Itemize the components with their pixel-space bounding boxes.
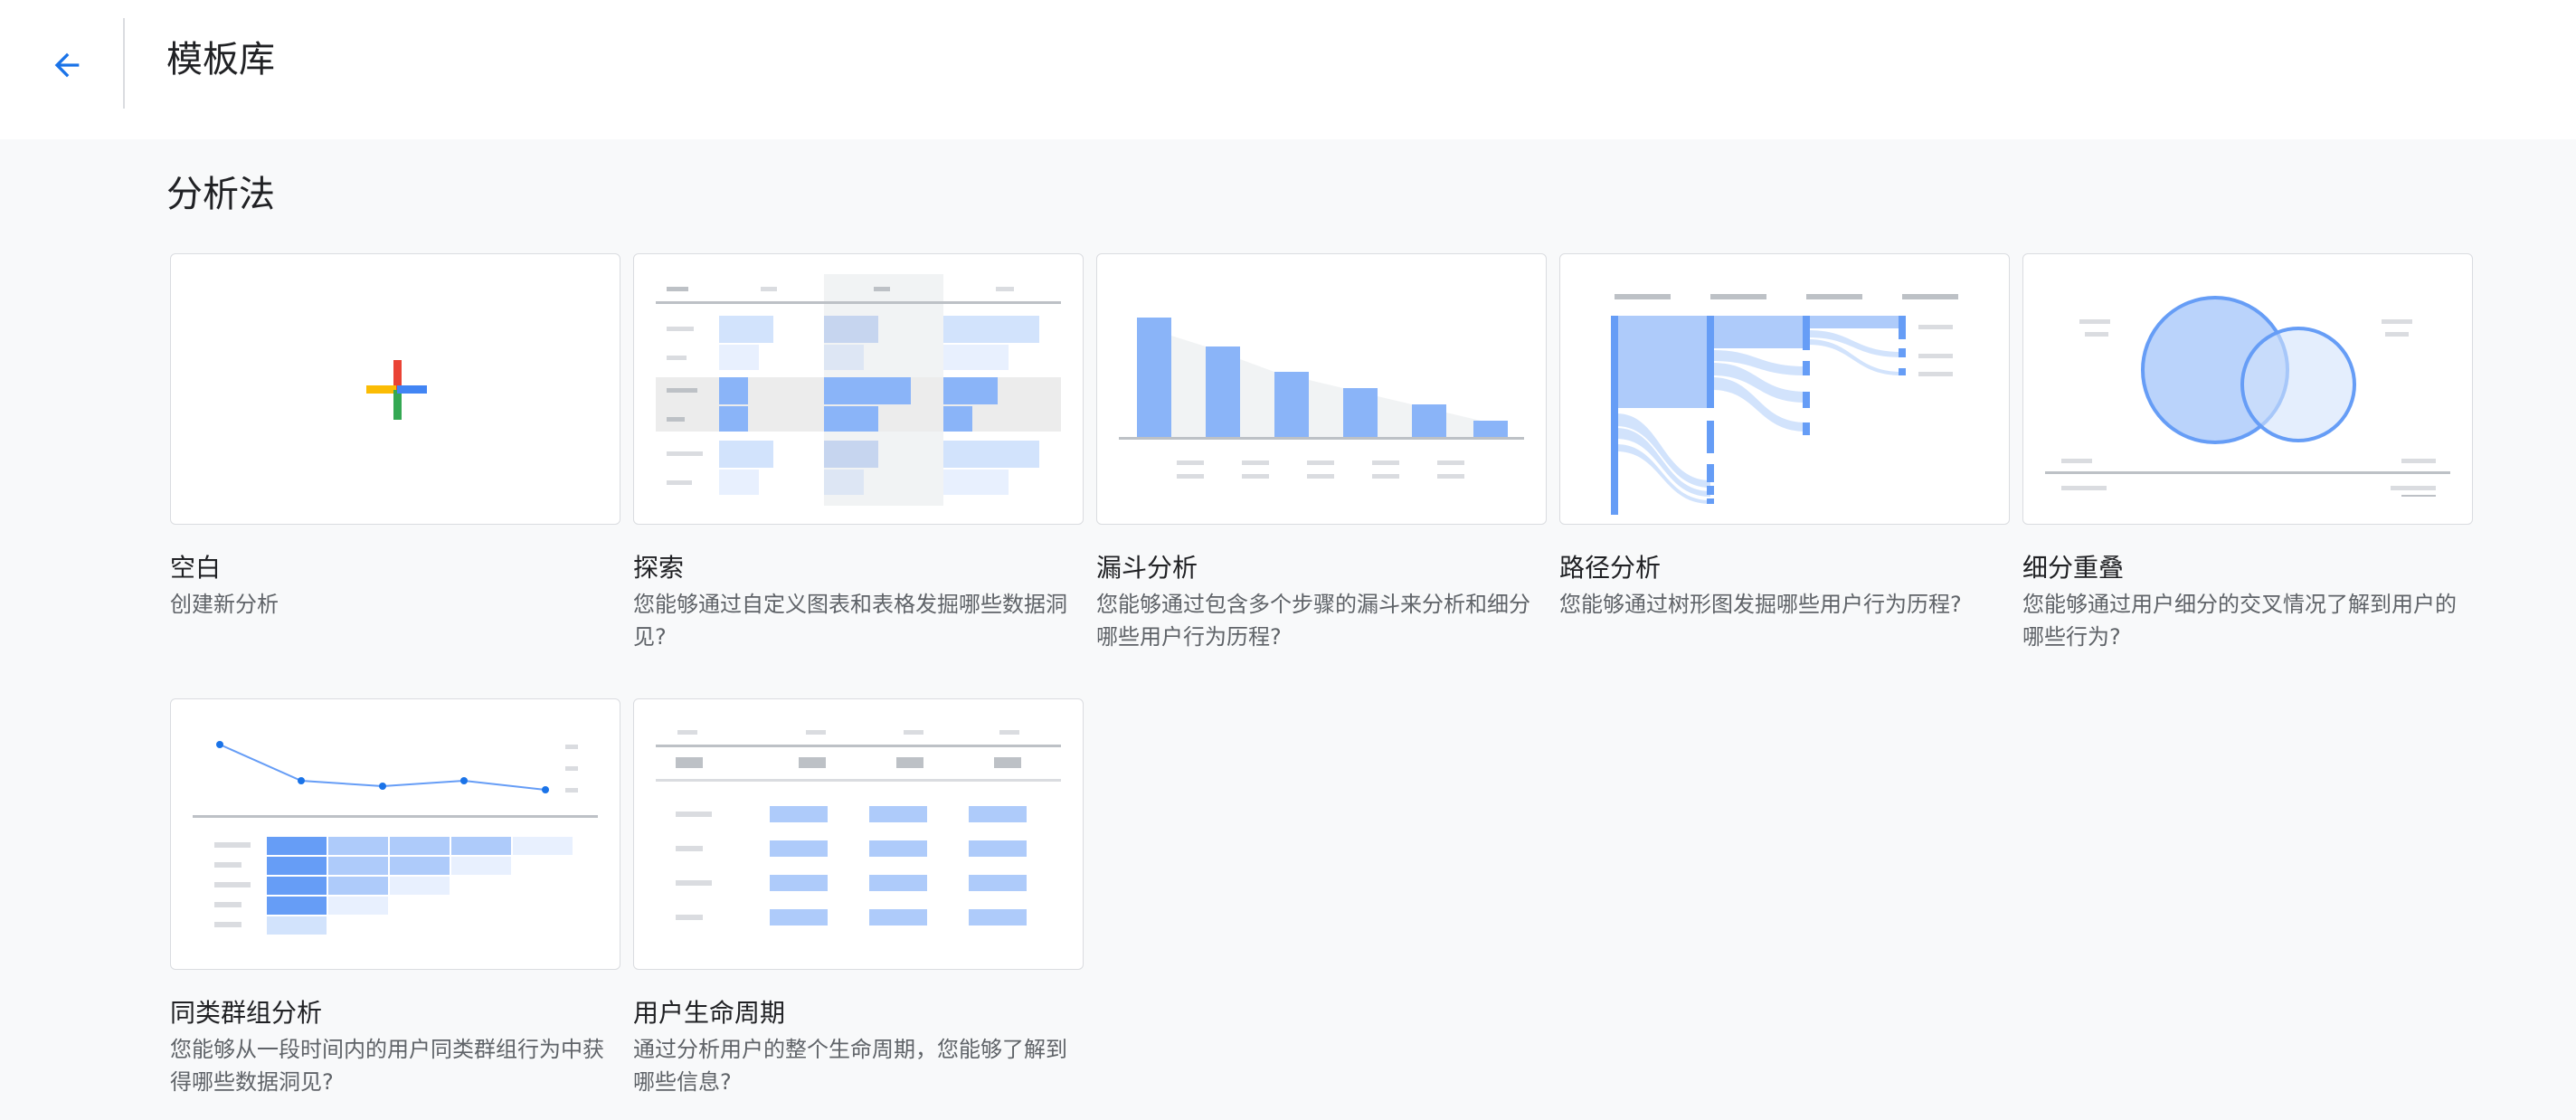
template-description: 您能够通过自定义图表和表格发掘哪些数据洞见?: [633, 592, 1067, 650]
template-description: 您能够通过用户细分的交叉情况了解到用户的哪些行为?: [2022, 592, 2457, 650]
template-card-segment-overlap[interactable]: 细分重叠 您能够通过用户细分的交叉情况了解到用户的哪些行为?: [2022, 253, 2473, 653]
cohort-thumbnail: [170, 698, 620, 970]
template-title: 空白: [170, 553, 222, 583]
arrow-back-icon: [54, 52, 80, 78]
blank-thumbnail: [170, 253, 620, 525]
section-title: 分析法: [166, 174, 275, 215]
template-card-funnel[interactable]: 漏斗分析 您能够通过包含多个步骤的漏斗来分析和细分哪些用户行为历程?: [1096, 253, 1547, 653]
template-description: 您能够通过树形图发掘哪些用户行为历程?: [1559, 592, 1962, 617]
template-card-exploration[interactable]: 探索 您能够通过自定义图表和表格发掘哪些数据洞见?: [633, 253, 1084, 653]
plus-icon: [366, 360, 427, 420]
template-card-blank[interactable]: 空白 创建新分析: [170, 253, 620, 621]
table-thumbnail: [633, 253, 1084, 525]
template-title: 探索: [633, 553, 685, 583]
template-description: 创建新分析: [170, 592, 279, 617]
template-description: 您能够从一段时间内的用户同类群组行为中获得哪些数据洞见?: [170, 1037, 604, 1095]
top-app-bar: 模板库: [0, 0, 2576, 139]
template-title: 路径分析: [1559, 553, 1662, 583]
funnel-thumbnail: [1096, 253, 1547, 525]
template-card-user-lifetime[interactable]: 用户生命周期 通过分析用户的整个生命周期，您能够了解到哪些信息?: [633, 698, 1084, 1098]
template-title: 用户生命周期: [633, 998, 786, 1028]
template-title: 同类群组分析: [170, 998, 323, 1028]
template-card-path[interactable]: 路径分析 您能够通过树形图发掘哪些用户行为历程?: [1559, 253, 2010, 621]
venn-thumbnail: [2022, 253, 2473, 525]
template-description: 您能够通过包含多个步骤的漏斗来分析和细分哪些用户行为历程?: [1096, 592, 1530, 650]
lifetime-thumbnail: [633, 698, 1084, 970]
path-thumbnail: [1559, 253, 2010, 525]
template-description: 通过分析用户的整个生命周期，您能够了解到哪些信息?: [633, 1037, 1067, 1095]
template-title: 漏斗分析: [1096, 553, 1198, 583]
page-title: 模板库: [166, 39, 275, 81]
template-card-cohort[interactable]: 同类群组分析 您能够从一段时间内的用户同类群组行为中获得哪些数据洞见?: [170, 698, 620, 1098]
template-title: 细分重叠: [2022, 553, 2125, 583]
back-button[interactable]: [40, 38, 94, 92]
header-divider: [123, 18, 125, 109]
